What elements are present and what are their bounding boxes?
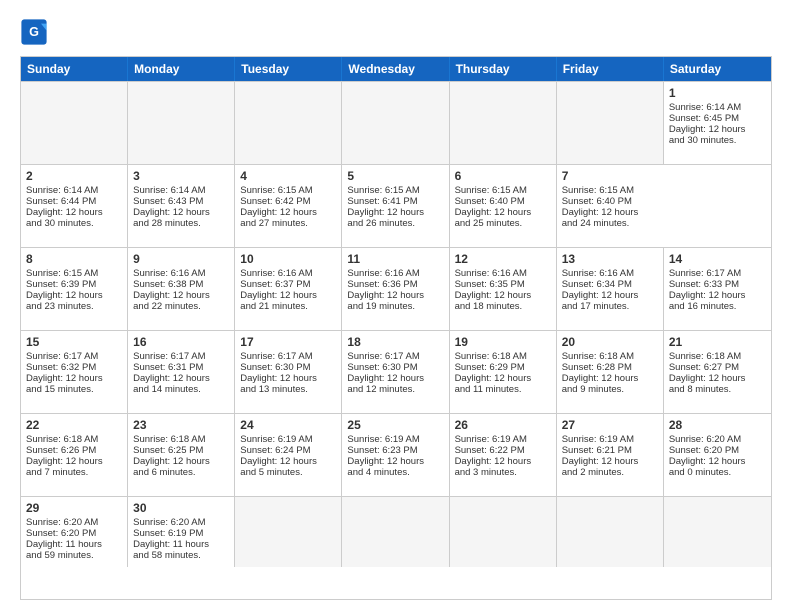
day-number: 15 bbox=[26, 335, 122, 349]
calendar-row: 29Sunrise: 6:20 AMSunset: 6:20 PMDayligh… bbox=[21, 496, 771, 567]
calendar-cell: 7Sunrise: 6:15 AMSunset: 6:40 PMDaylight… bbox=[557, 165, 664, 247]
calendar-cell: 23Sunrise: 6:18 AMSunset: 6:25 PMDayligh… bbox=[128, 414, 235, 496]
calendar-cell: 2Sunrise: 6:14 AMSunset: 6:44 PMDaylight… bbox=[21, 165, 128, 247]
logo: G bbox=[20, 18, 50, 46]
day-number: 2 bbox=[26, 169, 122, 183]
calendar-cell: 3Sunrise: 6:14 AMSunset: 6:43 PMDaylight… bbox=[128, 165, 235, 247]
weekday-header: Wednesday bbox=[342, 57, 449, 81]
svg-text:G: G bbox=[29, 25, 39, 39]
calendar-row: 1Sunrise: 6:14 AMSunset: 6:45 PMDaylight… bbox=[21, 81, 771, 164]
header: G bbox=[20, 18, 772, 46]
day-number: 23 bbox=[133, 418, 229, 432]
day-number: 28 bbox=[669, 418, 766, 432]
calendar-body: 1Sunrise: 6:14 AMSunset: 6:45 PMDaylight… bbox=[21, 81, 771, 567]
calendar-row: 22Sunrise: 6:18 AMSunset: 6:26 PMDayligh… bbox=[21, 413, 771, 496]
calendar-cell bbox=[557, 497, 664, 567]
calendar-cell: 27Sunrise: 6:19 AMSunset: 6:21 PMDayligh… bbox=[557, 414, 664, 496]
calendar-cell bbox=[342, 497, 449, 567]
day-number: 17 bbox=[240, 335, 336, 349]
calendar-cell: 21Sunrise: 6:18 AMSunset: 6:27 PMDayligh… bbox=[664, 331, 771, 413]
day-number: 16 bbox=[133, 335, 229, 349]
calendar-cell: 14Sunrise: 6:17 AMSunset: 6:33 PMDayligh… bbox=[664, 248, 771, 330]
calendar-cell: 22Sunrise: 6:18 AMSunset: 6:26 PMDayligh… bbox=[21, 414, 128, 496]
calendar-cell: 5Sunrise: 6:15 AMSunset: 6:41 PMDaylight… bbox=[342, 165, 449, 247]
day-number: 3 bbox=[133, 169, 229, 183]
calendar-cell: 30Sunrise: 6:20 AMSunset: 6:19 PMDayligh… bbox=[128, 497, 235, 567]
day-number: 6 bbox=[455, 169, 551, 183]
day-number: 5 bbox=[347, 169, 443, 183]
weekday-header: Friday bbox=[557, 57, 664, 81]
logo-icon: G bbox=[20, 18, 48, 46]
day-number: 26 bbox=[455, 418, 551, 432]
day-number: 13 bbox=[562, 252, 658, 266]
calendar-row: 2Sunrise: 6:14 AMSunset: 6:44 PMDaylight… bbox=[21, 164, 771, 247]
calendar-cell bbox=[450, 497, 557, 567]
calendar-cell: 13Sunrise: 6:16 AMSunset: 6:34 PMDayligh… bbox=[557, 248, 664, 330]
calendar-header: SundayMondayTuesdayWednesdayThursdayFrid… bbox=[21, 57, 771, 81]
calendar-cell: 19Sunrise: 6:18 AMSunset: 6:29 PMDayligh… bbox=[450, 331, 557, 413]
day-number: 12 bbox=[455, 252, 551, 266]
calendar-cell bbox=[235, 497, 342, 567]
day-number: 24 bbox=[240, 418, 336, 432]
empty-cell bbox=[557, 82, 664, 164]
calendar-row: 8Sunrise: 6:15 AMSunset: 6:39 PMDaylight… bbox=[21, 247, 771, 330]
calendar-cell: 12Sunrise: 6:16 AMSunset: 6:35 PMDayligh… bbox=[450, 248, 557, 330]
calendar-cell: 29Sunrise: 6:20 AMSunset: 6:20 PMDayligh… bbox=[21, 497, 128, 567]
day-number: 21 bbox=[669, 335, 766, 349]
empty-cell bbox=[128, 82, 235, 164]
calendar-cell: 6Sunrise: 6:15 AMSunset: 6:40 PMDaylight… bbox=[450, 165, 557, 247]
empty-cell bbox=[342, 82, 449, 164]
page: G SundayMondayTuesdayWednesdayThursdayFr… bbox=[0, 0, 792, 612]
day-number: 7 bbox=[562, 169, 659, 183]
day-number: 29 bbox=[26, 501, 122, 515]
empty-cell bbox=[235, 82, 342, 164]
calendar-cell: 15Sunrise: 6:17 AMSunset: 6:32 PMDayligh… bbox=[21, 331, 128, 413]
day-number: 10 bbox=[240, 252, 336, 266]
calendar-cell: 17Sunrise: 6:17 AMSunset: 6:30 PMDayligh… bbox=[235, 331, 342, 413]
calendar-cell: 4Sunrise: 6:15 AMSunset: 6:42 PMDaylight… bbox=[235, 165, 342, 247]
weekday-header: Thursday bbox=[450, 57, 557, 81]
day-number: 30 bbox=[133, 501, 229, 515]
calendar-cell: 1Sunrise: 6:14 AMSunset: 6:45 PMDaylight… bbox=[664, 82, 771, 164]
weekday-header: Sunday bbox=[21, 57, 128, 81]
calendar: SundayMondayTuesdayWednesdayThursdayFrid… bbox=[20, 56, 772, 600]
weekday-header: Saturday bbox=[664, 57, 771, 81]
weekday-header: Monday bbox=[128, 57, 235, 81]
calendar-cell: 18Sunrise: 6:17 AMSunset: 6:30 PMDayligh… bbox=[342, 331, 449, 413]
calendar-cell: 26Sunrise: 6:19 AMSunset: 6:22 PMDayligh… bbox=[450, 414, 557, 496]
day-number: 9 bbox=[133, 252, 229, 266]
day-number: 11 bbox=[347, 252, 443, 266]
calendar-cell: 20Sunrise: 6:18 AMSunset: 6:28 PMDayligh… bbox=[557, 331, 664, 413]
day-number: 22 bbox=[26, 418, 122, 432]
empty-cell bbox=[21, 82, 128, 164]
day-number: 1 bbox=[669, 86, 766, 100]
day-number: 20 bbox=[562, 335, 658, 349]
calendar-cell: 28Sunrise: 6:20 AMSunset: 6:20 PMDayligh… bbox=[664, 414, 771, 496]
calendar-cell: 11Sunrise: 6:16 AMSunset: 6:36 PMDayligh… bbox=[342, 248, 449, 330]
calendar-cell: 8Sunrise: 6:15 AMSunset: 6:39 PMDaylight… bbox=[21, 248, 128, 330]
calendar-cell: 24Sunrise: 6:19 AMSunset: 6:24 PMDayligh… bbox=[235, 414, 342, 496]
day-number: 19 bbox=[455, 335, 551, 349]
day-number: 25 bbox=[347, 418, 443, 432]
weekday-header: Tuesday bbox=[235, 57, 342, 81]
day-number: 14 bbox=[669, 252, 766, 266]
day-number: 4 bbox=[240, 169, 336, 183]
empty-cell bbox=[450, 82, 557, 164]
calendar-row: 15Sunrise: 6:17 AMSunset: 6:32 PMDayligh… bbox=[21, 330, 771, 413]
calendar-cell bbox=[664, 497, 771, 567]
day-number: 8 bbox=[26, 252, 122, 266]
calendar-cell: 9Sunrise: 6:16 AMSunset: 6:38 PMDaylight… bbox=[128, 248, 235, 330]
calendar-cell: 16Sunrise: 6:17 AMSunset: 6:31 PMDayligh… bbox=[128, 331, 235, 413]
day-number: 18 bbox=[347, 335, 443, 349]
day-number: 27 bbox=[562, 418, 658, 432]
calendar-cell: 10Sunrise: 6:16 AMSunset: 6:37 PMDayligh… bbox=[235, 248, 342, 330]
calendar-cell: 25Sunrise: 6:19 AMSunset: 6:23 PMDayligh… bbox=[342, 414, 449, 496]
